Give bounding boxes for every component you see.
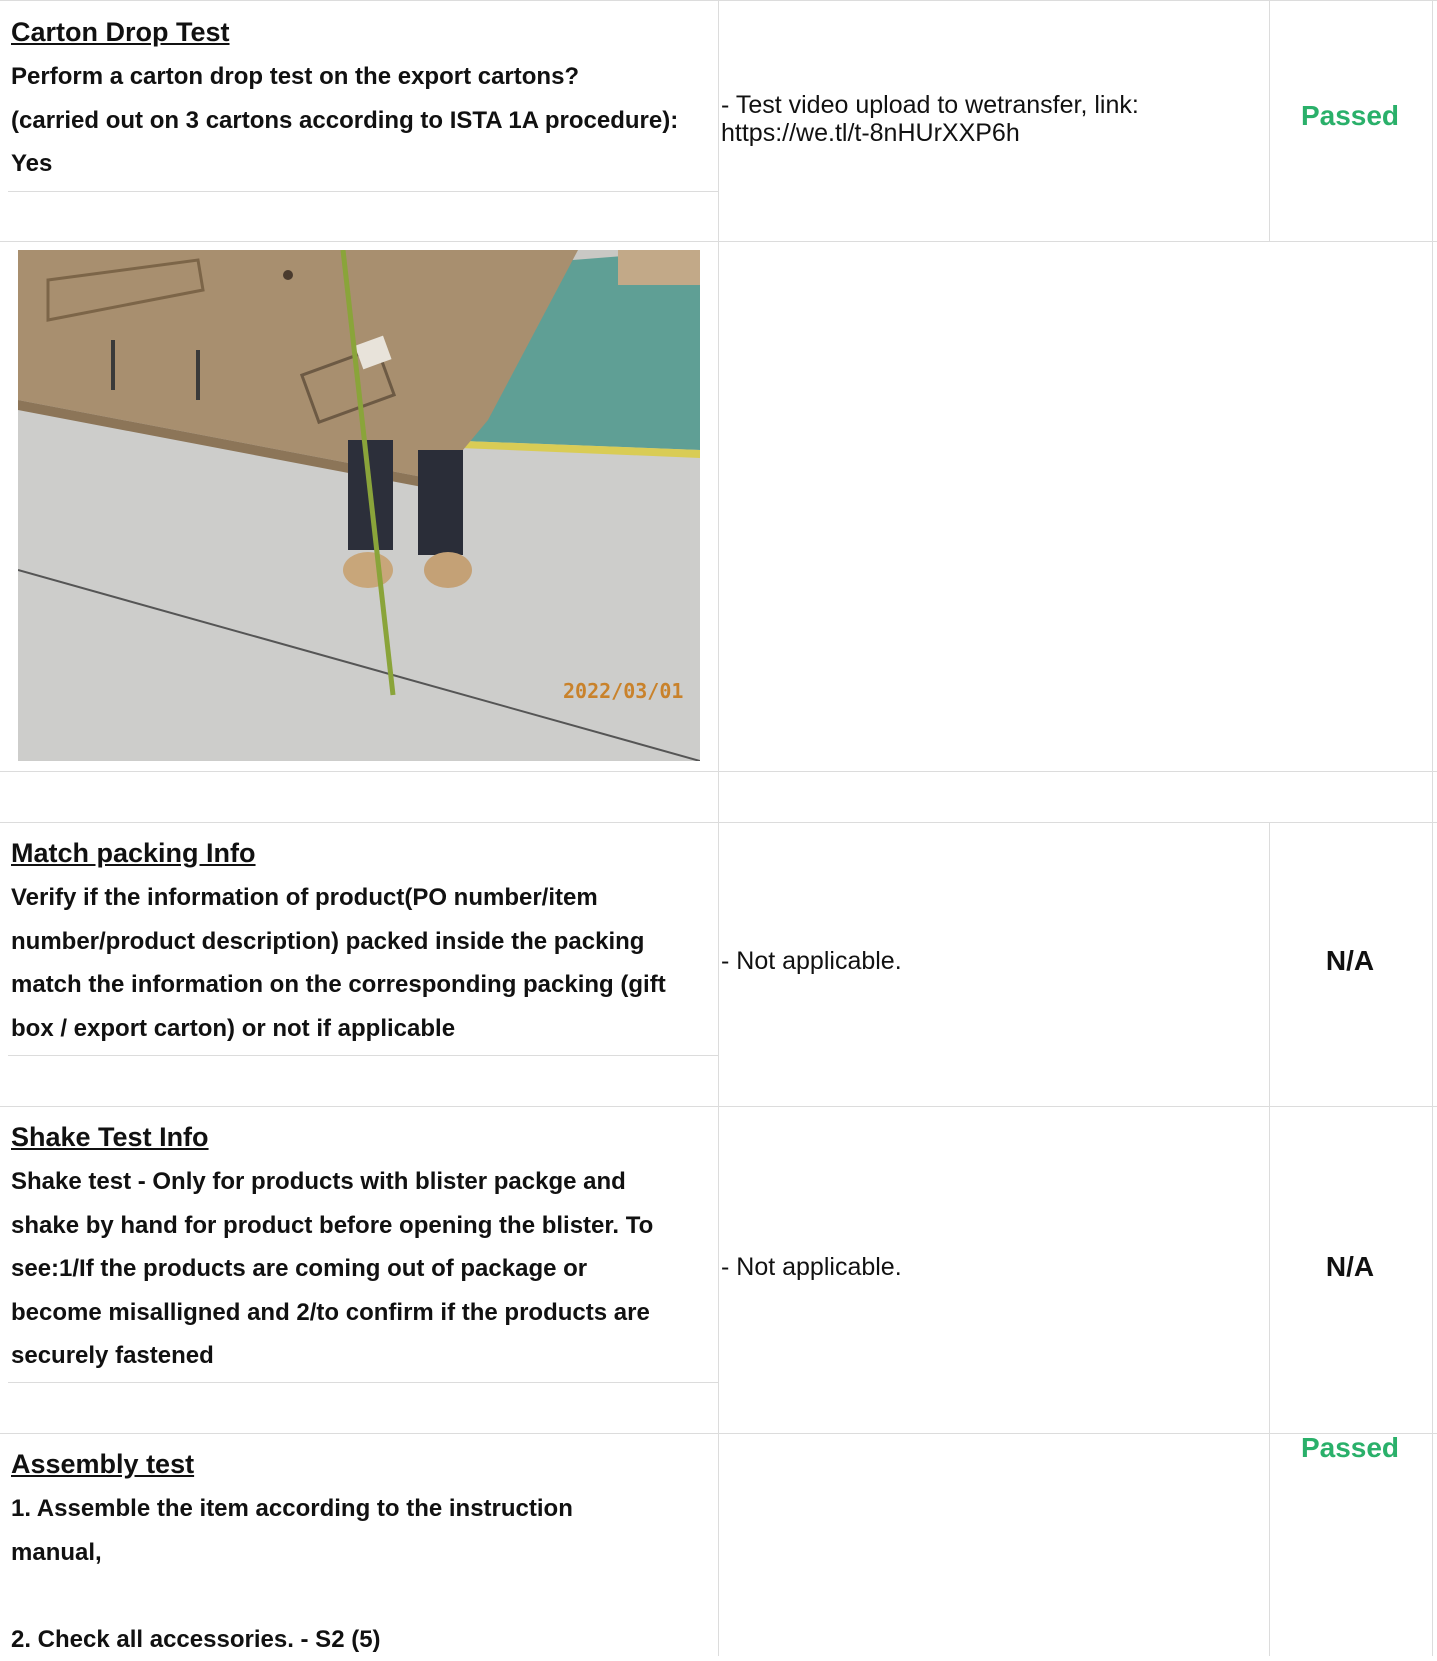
description-line: see:1/If the products are coming out of …	[11, 1247, 653, 1291]
result-status: N/A	[1270, 1251, 1430, 1283]
col-divider	[1432, 0, 1433, 1656]
description-line: box / export carton) or not if applicabl…	[11, 1007, 666, 1051]
description-line: Verify if the information of product(PO …	[11, 876, 666, 920]
description-line: match the information on the correspondi…	[11, 963, 666, 1007]
col-divider	[718, 0, 719, 1656]
description-line: Shake test - Only for products with blis…	[11, 1160, 653, 1204]
result-status: Passed	[1270, 1432, 1430, 1464]
finding-text: - Test video upload to wetransfer, link:…	[721, 91, 1139, 147]
section-description: Shake test - Only for products with blis…	[11, 1160, 653, 1378]
description-line: (carried out on 3 cartons according to I…	[11, 99, 678, 143]
description-line: 2. Check all accessories. - S2 (5)	[11, 1618, 573, 1661]
description-line: 1. Assemble the item according to the in…	[11, 1487, 573, 1531]
section-description: Verify if the information of product(PO …	[11, 876, 666, 1050]
result-status: Passed	[1270, 100, 1430, 132]
finding-line: - Not applicable.	[721, 1253, 902, 1281]
section-title: Match packing Info	[11, 838, 256, 869]
description-line: securely fastened	[11, 1334, 653, 1378]
description-line: Perform a carton drop test on the export…	[11, 55, 678, 99]
section-title: Assembly test	[11, 1449, 194, 1480]
inner-divider	[8, 1055, 718, 1056]
section-title: Shake Test Info	[11, 1122, 209, 1153]
finding-line: - Test video upload to wetransfer, link:	[721, 91, 1139, 119]
inner-divider	[8, 191, 718, 192]
description-line: Yes	[11, 142, 678, 186]
description-line: number/product description) packed insid…	[11, 920, 666, 964]
description-line: manual,	[11, 1531, 573, 1575]
description-line: shake by hand for product before opening…	[11, 1204, 653, 1248]
carton-drop-test-photo: 2022/03/01	[18, 250, 700, 761]
finding-line: - Not applicable.	[721, 947, 902, 975]
section-description: Perform a carton drop test on the export…	[11, 55, 678, 186]
finding-text: - Not applicable.	[721, 1253, 902, 1281]
description-line: become misalligned and 2/to confirm if t…	[11, 1291, 653, 1335]
photo-timestamp: 2022/03/01	[563, 679, 683, 703]
finding-text: - Not applicable.	[721, 947, 902, 975]
result-status: N/A	[1270, 945, 1430, 977]
inner-divider	[8, 1382, 718, 1383]
description-line	[11, 1574, 573, 1618]
section-description: 1. Assemble the item according to the in…	[11, 1487, 573, 1661]
finding-line: https://we.tl/t-8nHUrXXP6h	[721, 119, 1139, 147]
section-title: Carton Drop Test	[11, 17, 230, 48]
